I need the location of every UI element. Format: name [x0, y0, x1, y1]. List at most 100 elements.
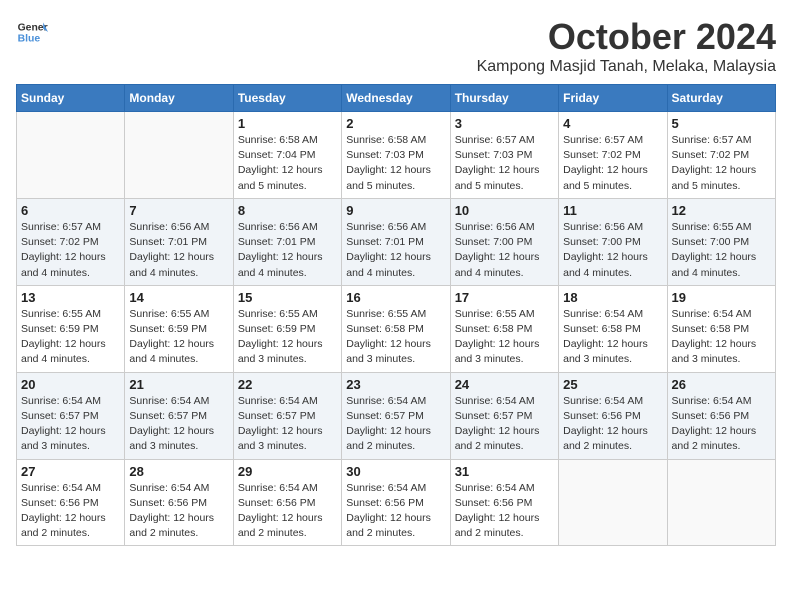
location-title: Kampong Masjid Tanah, Melaka, Malaysia [477, 58, 776, 76]
day-info: Sunrise: 6:54 AM Sunset: 6:56 PM Dayligh… [238, 481, 337, 542]
day-number: 23 [346, 377, 445, 392]
day-info: Sunrise: 6:57 AM Sunset: 7:02 PM Dayligh… [21, 220, 120, 281]
day-number: 3 [455, 116, 554, 131]
day-number: 25 [563, 377, 662, 392]
day-info: Sunrise: 6:56 AM Sunset: 7:00 PM Dayligh… [563, 220, 662, 281]
day-number: 31 [455, 464, 554, 479]
day-info: Sunrise: 6:56 AM Sunset: 7:01 PM Dayligh… [346, 220, 445, 281]
month-title: October 2024 [477, 16, 776, 58]
page-header: General Blue October 2024 Kampong Masjid… [16, 16, 776, 76]
day-cell: 22 Sunrise: 6:54 AM Sunset: 6:57 PM Dayli… [233, 372, 341, 459]
day-number: 21 [129, 377, 228, 392]
day-cell: 23 Sunrise: 6:54 AM Sunset: 6:57 PM Dayli… [342, 372, 450, 459]
day-number: 22 [238, 377, 337, 392]
day-cell: 7 Sunrise: 6:56 AM Sunset: 7:01 PM Daylig… [125, 198, 233, 285]
day-info: Sunrise: 6:54 AM Sunset: 6:56 PM Dayligh… [129, 481, 228, 542]
day-info: Sunrise: 6:54 AM Sunset: 6:56 PM Dayligh… [455, 481, 554, 542]
day-cell: 24 Sunrise: 6:54 AM Sunset: 6:57 PM Dayli… [450, 372, 558, 459]
day-info: Sunrise: 6:56 AM Sunset: 7:01 PM Dayligh… [129, 220, 228, 281]
day-number: 30 [346, 464, 445, 479]
header-cell-wednesday: Wednesday [342, 85, 450, 112]
day-info: Sunrise: 6:57 AM Sunset: 7:02 PM Dayligh… [672, 133, 771, 194]
day-info: Sunrise: 6:54 AM Sunset: 6:58 PM Dayligh… [563, 307, 662, 368]
day-number: 13 [21, 290, 120, 305]
day-info: Sunrise: 6:54 AM Sunset: 6:57 PM Dayligh… [21, 394, 120, 455]
day-cell: 10Sunrise: 6:56 AM Sunset: 7:00 PM Dayli… [450, 198, 558, 285]
day-info: Sunrise: 6:54 AM Sunset: 6:56 PM Dayligh… [21, 481, 120, 542]
header-cell-monday: Monday [125, 85, 233, 112]
day-info: Sunrise: 6:54 AM Sunset: 6:58 PM Dayligh… [672, 307, 771, 368]
day-cell: 17Sunrise: 6:55 AM Sunset: 6:58 PM Dayli… [450, 285, 558, 372]
day-number: 14 [129, 290, 228, 305]
day-cell: 11 Sunrise: 6:56 AM Sunset: 7:00 PM Dayli… [559, 198, 667, 285]
day-cell: 18Sunrise: 6:54 AM Sunset: 6:58 PM Dayli… [559, 285, 667, 372]
day-cell: 21 Sunrise: 6:54 AM Sunset: 6:57 PM Dayli… [125, 372, 233, 459]
day-info: Sunrise: 6:54 AM Sunset: 6:57 PM Dayligh… [129, 394, 228, 455]
day-number: 29 [238, 464, 337, 479]
day-info: Sunrise: 6:55 AM Sunset: 7:00 PM Dayligh… [672, 220, 771, 281]
day-cell: 9 Sunrise: 6:56 AM Sunset: 7:01 PM Daylig… [342, 198, 450, 285]
day-info: Sunrise: 6:54 AM Sunset: 6:56 PM Dayligh… [672, 394, 771, 455]
day-cell: 5 Sunrise: 6:57 AM Sunset: 7:02 PM Daylig… [667, 112, 775, 199]
day-cell: 8Sunrise: 6:56 AM Sunset: 7:01 PM Daylig… [233, 198, 341, 285]
day-number: 9 [346, 203, 445, 218]
day-info: Sunrise: 6:54 AM Sunset: 6:56 PM Dayligh… [346, 481, 445, 542]
day-info: Sunrise: 6:58 AM Sunset: 7:04 PM Dayligh… [238, 133, 337, 194]
day-info: Sunrise: 6:54 AM Sunset: 6:57 PM Dayligh… [455, 394, 554, 455]
day-info: Sunrise: 6:57 AM Sunset: 7:02 PM Dayligh… [563, 133, 662, 194]
day-cell: 27 Sunrise: 6:54 AM Sunset: 6:56 PM Dayli… [17, 459, 125, 546]
week-row-4: 20Sunrise: 6:54 AM Sunset: 6:57 PM Dayli… [17, 372, 776, 459]
week-row-2: 6Sunrise: 6:57 AM Sunset: 7:02 PM Daylig… [17, 198, 776, 285]
day-number: 1 [238, 116, 337, 131]
day-info: Sunrise: 6:55 AM Sunset: 6:59 PM Dayligh… [21, 307, 120, 368]
calendar-header: SundayMondayTuesdayWednesdayThursdayFrid… [17, 85, 776, 112]
day-cell: 15 Sunrise: 6:55 AM Sunset: 6:59 PM Dayli… [233, 285, 341, 372]
logo-icon: General Blue [16, 16, 48, 48]
day-info: Sunrise: 6:56 AM Sunset: 7:00 PM Dayligh… [455, 220, 554, 281]
day-cell: 20Sunrise: 6:54 AM Sunset: 6:57 PM Dayli… [17, 372, 125, 459]
header-cell-sunday: Sunday [17, 85, 125, 112]
day-cell: 29 Sunrise: 6:54 AM Sunset: 6:56 PM Dayli… [233, 459, 341, 546]
day-cell: 14Sunrise: 6:55 AM Sunset: 6:59 PM Dayli… [125, 285, 233, 372]
day-info: Sunrise: 6:54 AM Sunset: 6:57 PM Dayligh… [346, 394, 445, 455]
day-cell [17, 112, 125, 199]
day-info: Sunrise: 6:55 AM Sunset: 6:58 PM Dayligh… [346, 307, 445, 368]
day-number: 12 [672, 203, 771, 218]
day-number: 19 [672, 290, 771, 305]
day-cell: 28 Sunrise: 6:54 AM Sunset: 6:56 PM Dayli… [125, 459, 233, 546]
week-row-3: 13 Sunrise: 6:55 AM Sunset: 6:59 PM Dayli… [17, 285, 776, 372]
day-cell: 1 Sunrise: 6:58 AM Sunset: 7:04 PM Daylig… [233, 112, 341, 199]
day-number: 17 [455, 290, 554, 305]
day-cell [559, 459, 667, 546]
day-cell: 3 Sunrise: 6:57 AM Sunset: 7:03 PM Daylig… [450, 112, 558, 199]
day-number: 2 [346, 116, 445, 131]
day-info: Sunrise: 6:57 AM Sunset: 7:03 PM Dayligh… [455, 133, 554, 194]
day-info: Sunrise: 6:55 AM Sunset: 6:59 PM Dayligh… [238, 307, 337, 368]
day-cell: 6Sunrise: 6:57 AM Sunset: 7:02 PM Daylig… [17, 198, 125, 285]
day-info: Sunrise: 6:56 AM Sunset: 7:01 PM Dayligh… [238, 220, 337, 281]
day-number: 7 [129, 203, 228, 218]
day-number: 27 [21, 464, 120, 479]
week-row-5: 27 Sunrise: 6:54 AM Sunset: 6:56 PM Dayli… [17, 459, 776, 546]
day-number: 5 [672, 116, 771, 131]
day-cell: 26Sunrise: 6:54 AM Sunset: 6:56 PM Dayli… [667, 372, 775, 459]
day-cell: 4 Sunrise: 6:57 AM Sunset: 7:02 PM Daylig… [559, 112, 667, 199]
day-number: 16 [346, 290, 445, 305]
header-cell-friday: Friday [559, 85, 667, 112]
day-number: 15 [238, 290, 337, 305]
header-row: SundayMondayTuesdayWednesdayThursdayFrid… [17, 85, 776, 112]
svg-text:Blue: Blue [18, 34, 41, 45]
day-cell: 2Sunrise: 6:58 AM Sunset: 7:03 PM Daylig… [342, 112, 450, 199]
header-cell-thursday: Thursday [450, 85, 558, 112]
day-info: Sunrise: 6:54 AM Sunset: 6:57 PM Dayligh… [238, 394, 337, 455]
day-number: 4 [563, 116, 662, 131]
day-cell: 12 Sunrise: 6:55 AM Sunset: 7:00 PM Dayli… [667, 198, 775, 285]
day-number: 28 [129, 464, 228, 479]
header-cell-tuesday: Tuesday [233, 85, 341, 112]
day-cell: 31 Sunrise: 6:54 AM Sunset: 6:56 PM Dayli… [450, 459, 558, 546]
day-number: 11 [563, 203, 662, 218]
day-cell: 30 Sunrise: 6:54 AM Sunset: 6:56 PM Dayli… [342, 459, 450, 546]
day-number: 24 [455, 377, 554, 392]
day-cell: 13 Sunrise: 6:55 AM Sunset: 6:59 PM Dayli… [17, 285, 125, 372]
header-cell-saturday: Saturday [667, 85, 775, 112]
